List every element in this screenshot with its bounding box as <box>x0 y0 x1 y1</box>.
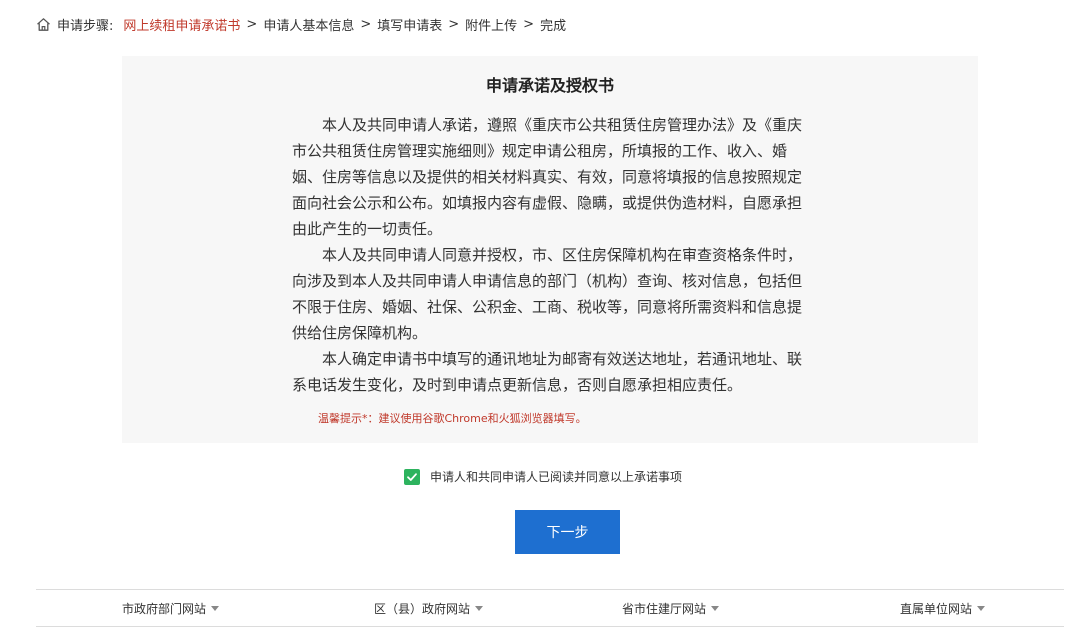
step-attachment-upload: 附件上传 <box>465 18 518 34</box>
footer-link-city-departments[interactable]: 市政府部门网站 <box>122 600 220 617</box>
caret-down-icon <box>977 606 986 611</box>
footer-link-affiliated-units[interactable]: 直属单位网站 <box>900 600 986 617</box>
agreement-checkbox[interactable] <box>404 468 420 485</box>
footer-link-label: 直属单位网站 <box>900 602 973 616</box>
document-paragraph: 本人及共同申请人同意并授权，市、区住房保障机构在审查资格条件时，向涉及到本人及共… <box>292 246 803 342</box>
caret-down-icon <box>711 606 720 611</box>
step-complete: 完成 <box>540 18 567 34</box>
footer-link-housing-department[interactable]: 省市住建厅网站 <box>622 600 720 617</box>
check-icon <box>407 472 417 481</box>
step-separator: > <box>523 16 535 32</box>
footer-link-label: 市政府部门网站 <box>122 602 207 616</box>
step-separator: > <box>448 16 460 32</box>
document-body: 本人及共同申请人承诺，遵照《重庆市公共租赁住房管理办法》及《重庆市公共租赁住房管… <box>292 112 808 398</box>
browser-tip: 温馨提示*：建议使用谷歌Chrome和火狐浏览器填写。 <box>318 412 587 425</box>
footer-link-label: 区（县）政府网站 <box>374 602 471 616</box>
step-separator: > <box>360 16 372 32</box>
step-basic-info: 申请人基本信息 <box>263 18 355 34</box>
step-separator: > <box>246 16 258 32</box>
document-title: 申请承诺及授权书 <box>485 76 614 95</box>
caret-down-icon <box>211 606 220 611</box>
step-fill-form: 填写申请表 <box>377 18 443 34</box>
caret-down-icon <box>475 606 484 611</box>
next-step-button[interactable]: 下一步 <box>515 510 620 554</box>
footer-link-label: 省市住建厅网站 <box>622 602 707 616</box>
document-paragraph: 本人及共同申请人承诺，遵照《重庆市公共租赁住房管理办法》及《重庆市公共租赁住房管… <box>292 116 803 238</box>
footer-links-bar: 市政府部门网站 区（县）政府网站 省市住建厅网站 直属单位网站 <box>36 589 1064 627</box>
step-commitment: 网上续租申请承诺书 <box>123 18 241 34</box>
home-icon[interactable] <box>36 17 51 32</box>
agreement-label: 申请人和共同申请人已阅读并同意以上承诺事项 <box>430 470 683 484</box>
steps-label: 申请步骤: <box>57 18 114 34</box>
commitment-panel: 申请承诺及授权书 本人及共同申请人承诺，遵照《重庆市公共租赁住房管理办法》及《重… <box>122 56 978 443</box>
agreement-checkbox-row[interactable]: 申请人和共同申请人已阅读并同意以上承诺事项 <box>404 468 682 485</box>
document-paragraph: 本人确定申请书中填写的通讯地址为邮寄有效送达地址，若通讯地址、联系电话发生变化，… <box>292 350 803 394</box>
footer-link-district-government[interactable]: 区（县）政府网站 <box>374 600 484 617</box>
breadcrumb: 申请步骤: 网上续租申请承诺书 > 申请人基本信息 > 填写申请表 > 附件上传… <box>36 13 566 35</box>
